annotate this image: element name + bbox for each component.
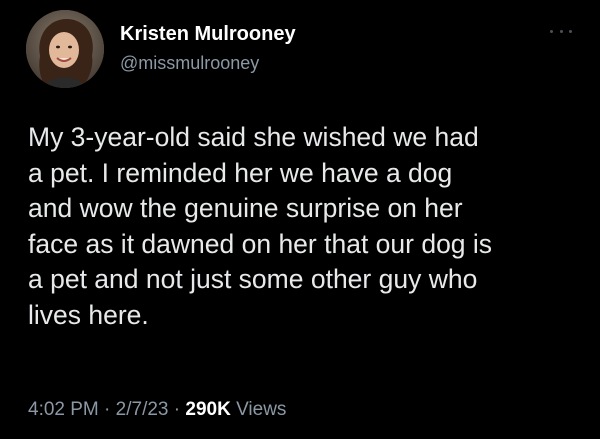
dot: [569, 29, 572, 33]
views-count: 290K: [185, 399, 237, 420]
tweet-text-line: a pet and not just some other guy who: [28, 264, 478, 294]
more-options-ellipsis-icon[interactable]: [550, 26, 572, 36]
views-label: Views: [236, 399, 287, 420]
tweet-text-line: My 3-year-old said she wished we had: [28, 122, 479, 152]
dot: [559, 29, 563, 33]
tweet-text-line: and wow the genuine surprise on her: [28, 193, 463, 223]
dot: [550, 29, 553, 33]
tweet-card: Kristen Mulrooney @missmulrooney My 3-ye…: [0, 0, 600, 439]
author-display-name[interactable]: Kristen Mulrooney: [120, 22, 296, 46]
author-info: Kristen Mulrooney @missmulrooney: [120, 22, 296, 74]
tweet-text: My 3-year-old said she wished we had a p…: [28, 120, 578, 333]
author-handle[interactable]: @missmulrooney: [120, 52, 296, 74]
tweet-meta: 4:02 PM · 2/7/23 · 290K Views: [28, 398, 286, 422]
tweet-date[interactable]: 2/7/23: [116, 399, 169, 420]
tweet-text-line: lives here.: [28, 299, 149, 330]
tweet-text-line: a pet. I reminded her we have a dog: [28, 157, 453, 188]
meta-separator: ·: [173, 399, 186, 420]
tweet-text-line: face as it dawned on her that our dog is: [28, 228, 493, 259]
tweet-time[interactable]: 4:02 PM: [28, 399, 99, 420]
avatar-image: [26, 10, 104, 88]
avatar[interactable]: [26, 10, 104, 88]
meta-separator: ·: [104, 399, 116, 420]
